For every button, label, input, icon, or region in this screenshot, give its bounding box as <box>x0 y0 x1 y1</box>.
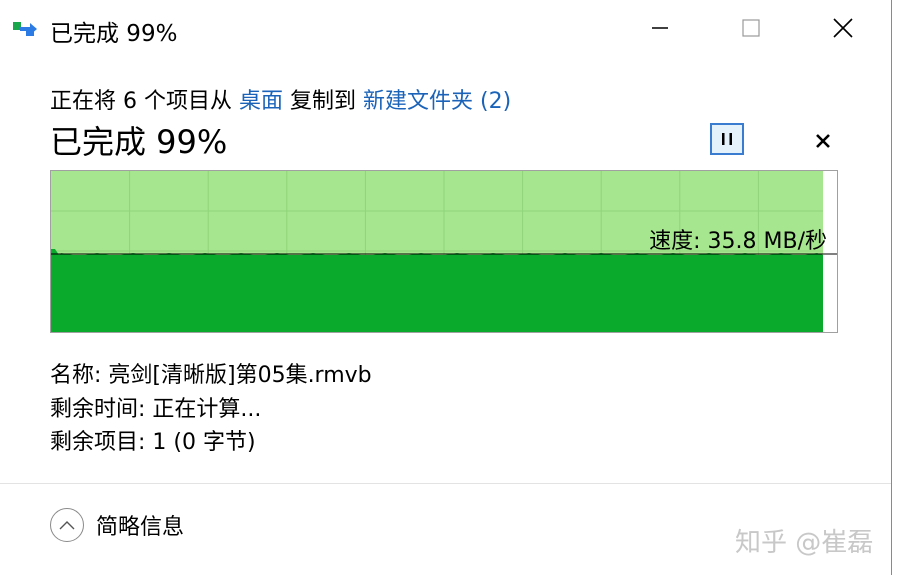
file-name-row: 名称: 亮剑[清晰版]第05集.rmvb <box>50 363 372 388</box>
close-window-button[interactable] <box>820 8 866 48</box>
chevron-up-icon <box>59 521 75 530</box>
copy-prefix: 正在将 6 个项目从 <box>50 89 232 114</box>
transfer-speed-graph: 速度: 35.8 MB/秒 <box>50 170 838 333</box>
copy-description: 正在将 6 个项目从 桌面 复制到 新建文件夹 (2) <box>50 83 511 115</box>
pause-button[interactable] <box>710 123 744 155</box>
footer-divider <box>0 483 891 484</box>
time-remaining-row: 剩余时间: 正在计算... <box>50 397 262 422</box>
close-icon <box>816 134 830 148</box>
maximize-button[interactable] <box>728 8 774 48</box>
copy-dialog: 已完成 99% 正在将 6 个项目从 桌面 复制到 新建文件夹 (2) 已完成 … <box>0 0 892 575</box>
items-remaining-row: 剩余项目: 1 (0 字节) <box>50 430 256 455</box>
source-link[interactable]: 桌面 <box>239 89 283 114</box>
copy-middle: 复制到 <box>290 89 357 114</box>
window-title: 已完成 99% <box>50 21 178 47</box>
copy-app-icon <box>13 22 37 36</box>
maximize-icon <box>742 19 760 37</box>
close-icon <box>833 18 853 38</box>
minimize-button[interactable] <box>637 8 683 48</box>
destination-link[interactable]: 新建文件夹 (2) <box>363 89 511 114</box>
zhihu-watermark: 知乎 @崔磊 <box>735 528 874 558</box>
speed-label: 速度: 35.8 MB/秒 <box>649 229 827 254</box>
collapse-toggle-button[interactable] <box>50 508 84 542</box>
cancel-copy-button[interactable] <box>808 126 838 156</box>
title-bar[interactable]: 已完成 99% <box>0 0 891 58</box>
fewer-details-label: 简略信息 <box>96 515 185 540</box>
speed-area <box>51 249 823 332</box>
fewer-details-toggle[interactable]: 简略信息 <box>50 508 184 542</box>
minimize-icon <box>652 27 668 29</box>
pause-icon <box>722 133 732 145</box>
progress-percent-label: 已完成 99% <box>50 123 228 161</box>
